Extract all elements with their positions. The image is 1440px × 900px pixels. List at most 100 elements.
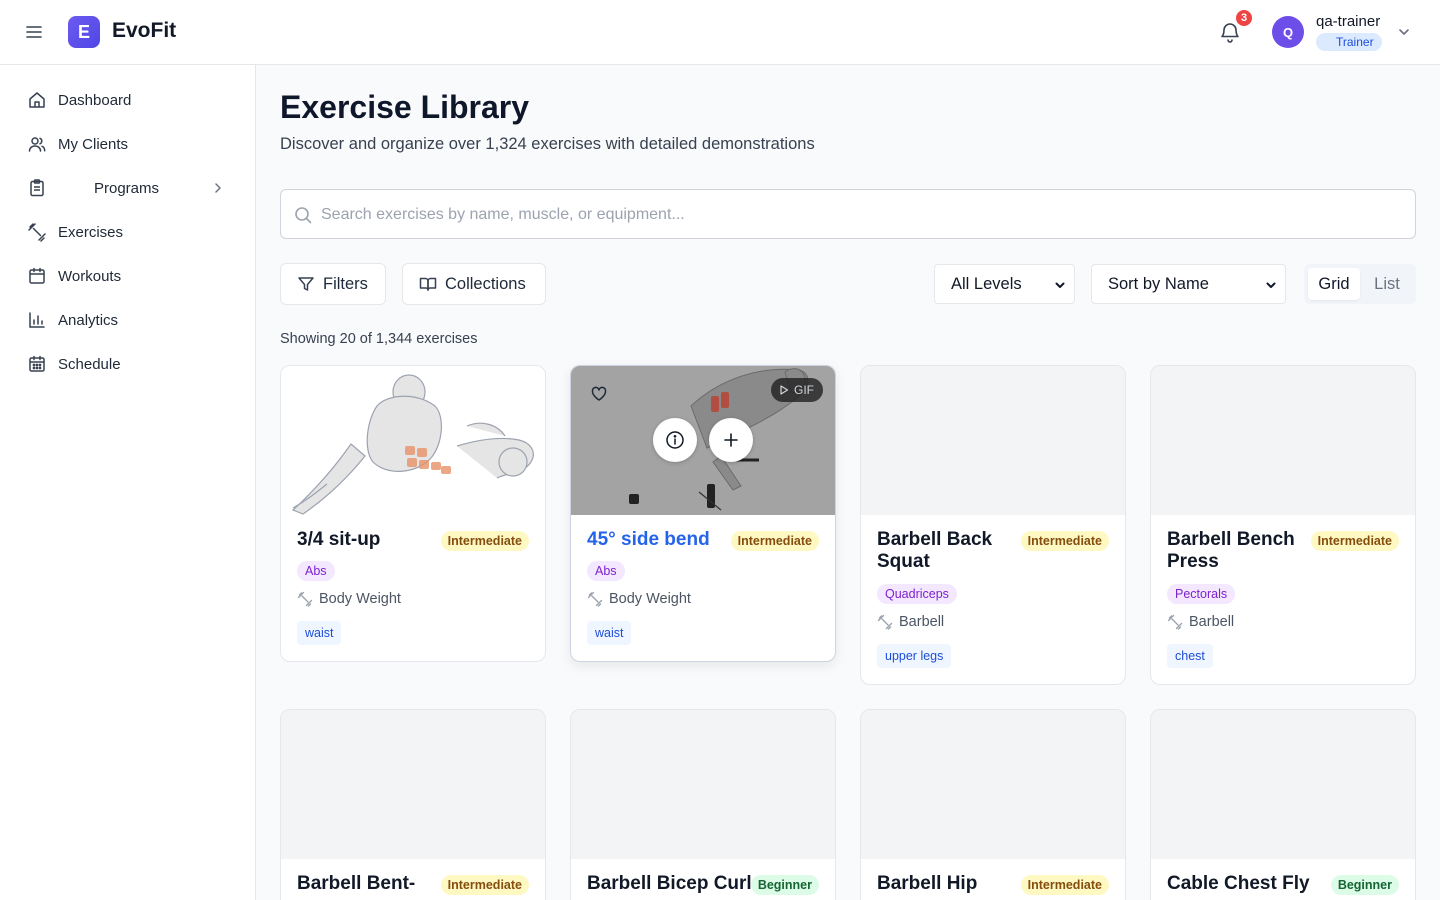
book-open-icon <box>419 277 437 291</box>
level-badge: Intermediate <box>730 531 819 551</box>
level-badge: Intermediate <box>440 531 529 551</box>
brand-name[interactable]: EvoFit <box>112 19 176 43</box>
dumbbell-icon <box>1167 614 1183 630</box>
users-icon <box>28 137 46 152</box>
chevron-down-icon <box>1055 282 1065 288</box>
gif-badge: GIF <box>771 378 823 402</box>
equipment-label: Barbell <box>899 614 945 630</box>
level-badge: Intermediate <box>440 875 529 895</box>
exercise-name[interactable]: Barbell Back Squat <box>877 529 1015 573</box>
calendar-grid-icon <box>29 355 45 372</box>
exercise-card[interactable]: Barbell Hip Intermediate <box>860 709 1126 900</box>
equipment-label: Body Weight <box>319 591 401 607</box>
filters-label: Filters <box>323 274 368 293</box>
exercise-name[interactable]: Barbell Bench Press <box>1167 529 1305 573</box>
equipment-label: Body Weight <box>609 591 691 607</box>
sidebar-item-analytics[interactable]: Analytics <box>16 300 240 340</box>
search-input[interactable] <box>321 202 1401 228</box>
top-header: E EvoFit 3 Q qa-trainer Trainer <box>0 0 1440 65</box>
body-part-tag: waist <box>297 621 342 645</box>
sidebar-item-label: Schedule <box>58 355 121 373</box>
exercise-name[interactable]: 45° side bend <box>587 529 747 551</box>
dumbbell-icon <box>297 591 313 607</box>
info-icon <box>666 431 684 449</box>
results-count: Showing 20 of 1,344 exercises <box>280 331 478 347</box>
exercise-image-placeholder <box>1151 710 1415 859</box>
equipment-label: Barbell <box>1189 614 1235 630</box>
list-view-button[interactable]: List <box>1362 268 1412 300</box>
user-name[interactable]: qa-trainer <box>1316 13 1380 30</box>
avatar[interactable]: Q <box>1272 16 1304 48</box>
exercise-name[interactable]: Barbell Bicep Curl <box>587 873 757 895</box>
search-bar <box>280 189 1416 239</box>
exercise-card[interactable]: Barbell Bench Press Intermediate Pectora… <box>1150 365 1416 685</box>
sidebar-item-schedule[interactable]: Schedule <box>16 344 240 384</box>
chevron-right-icon <box>215 183 221 193</box>
exercise-image-placeholder <box>281 710 545 859</box>
sidebar-item-programs[interactable]: Programs <box>16 168 240 208</box>
sidebar-item-label: Analytics <box>58 311 119 329</box>
exercise-name[interactable]: Cable Chest Fly <box>1167 873 1337 895</box>
filters-button[interactable]: Filters <box>280 263 386 305</box>
level-badge: Beginner <box>750 875 819 895</box>
exercise-card[interactable]: Barbell Bent- Intermediate <box>280 709 546 900</box>
plus-icon <box>724 433 738 447</box>
equipment: Barbell <box>877 614 944 630</box>
equipment: Body Weight <box>587 591 691 607</box>
details-button[interactable] <box>653 418 697 462</box>
level-badge: Intermediate <box>1310 531 1399 551</box>
filter-icon <box>298 277 314 291</box>
exercise-image-placeholder <box>1151 366 1415 515</box>
bar-chart-icon <box>29 312 45 328</box>
chevron-down-icon <box>1266 282 1276 288</box>
exercise-name[interactable]: Barbell Bent- <box>297 873 435 895</box>
exercise-image-placeholder <box>861 366 1125 515</box>
brand-logo[interactable]: E <box>68 16 100 48</box>
clipboard-icon <box>30 179 44 197</box>
exercise-name[interactable]: Barbell Hip <box>877 873 1015 895</box>
sidebar-item-my-clients[interactable]: My Clients <box>16 124 240 164</box>
exercise-card[interactable]: 3/4 sit-up Intermediate Abs Body Weight … <box>280 365 546 662</box>
sidebar-item-exercises[interactable]: Exercises <box>16 212 240 252</box>
exercise-image-placeholder <box>861 710 1125 859</box>
exercise-image <box>281 366 545 515</box>
muscle-badge: Abs <box>587 561 625 581</box>
chevron-down-icon[interactable] <box>1396 24 1412 40</box>
menu-icon[interactable] <box>24 22 44 42</box>
exercise-card[interactable]: Cable Chest Fly Beginner <box>1150 709 1416 900</box>
level-select-value: All Levels <box>951 275 1022 293</box>
exercise-card[interactable]: GIF 45° side bend Intermediate Abs Body … <box>570 365 836 662</box>
equipment: Barbell <box>1167 614 1234 630</box>
sort-select[interactable]: Sort by Name <box>1091 264 1286 304</box>
exercise-card[interactable]: Barbell Back Squat Intermediate Quadrice… <box>860 365 1126 685</box>
level-select[interactable]: All Levels <box>934 264 1075 304</box>
exercise-name[interactable]: 3/4 sit-up <box>297 529 435 551</box>
muscle-badge: Pectorals <box>1167 584 1236 604</box>
sidebar-item-label: Programs <box>94 179 160 197</box>
exercise-card[interactable]: Barbell Bicep Curl Beginner <box>570 709 836 900</box>
body-part-tag: upper legs <box>877 644 952 668</box>
body-part-tag: waist <box>587 621 632 645</box>
sidebar-item-dashboard[interactable]: Dashboard <box>16 80 240 120</box>
level-badge: Intermediate <box>1020 531 1109 551</box>
exercise-illustration <box>291 374 534 515</box>
view-toggle: Grid List <box>1304 264 1416 304</box>
role-badge: Trainer <box>1316 33 1382 51</box>
dumbbell-icon <box>28 223 46 242</box>
sidebar-item-label: My Clients <box>58 135 129 153</box>
level-badge: Beginner <box>1330 875 1399 895</box>
page-subtitle: Discover and organize over 1,324 exercis… <box>280 135 815 153</box>
calendar-icon <box>29 267 45 284</box>
grid-view-button[interactable]: Grid <box>1308 268 1360 300</box>
dumbbell-icon <box>877 614 893 630</box>
heart-icon[interactable] <box>591 386 607 402</box>
add-to-collection-button[interactable] <box>709 418 753 462</box>
page-title: Exercise Library <box>280 89 530 125</box>
collections-button[interactable]: Collections <box>402 263 546 305</box>
sidebar-item-label: Exercises <box>58 223 124 241</box>
collections-label: Collections <box>445 274 526 293</box>
sort-select-value: Sort by Name <box>1108 275 1209 293</box>
sidebar-item-workouts[interactable]: Workouts <box>16 256 240 296</box>
exercise-image-placeholder <box>571 710 835 859</box>
equipment: Body Weight <box>297 591 401 607</box>
